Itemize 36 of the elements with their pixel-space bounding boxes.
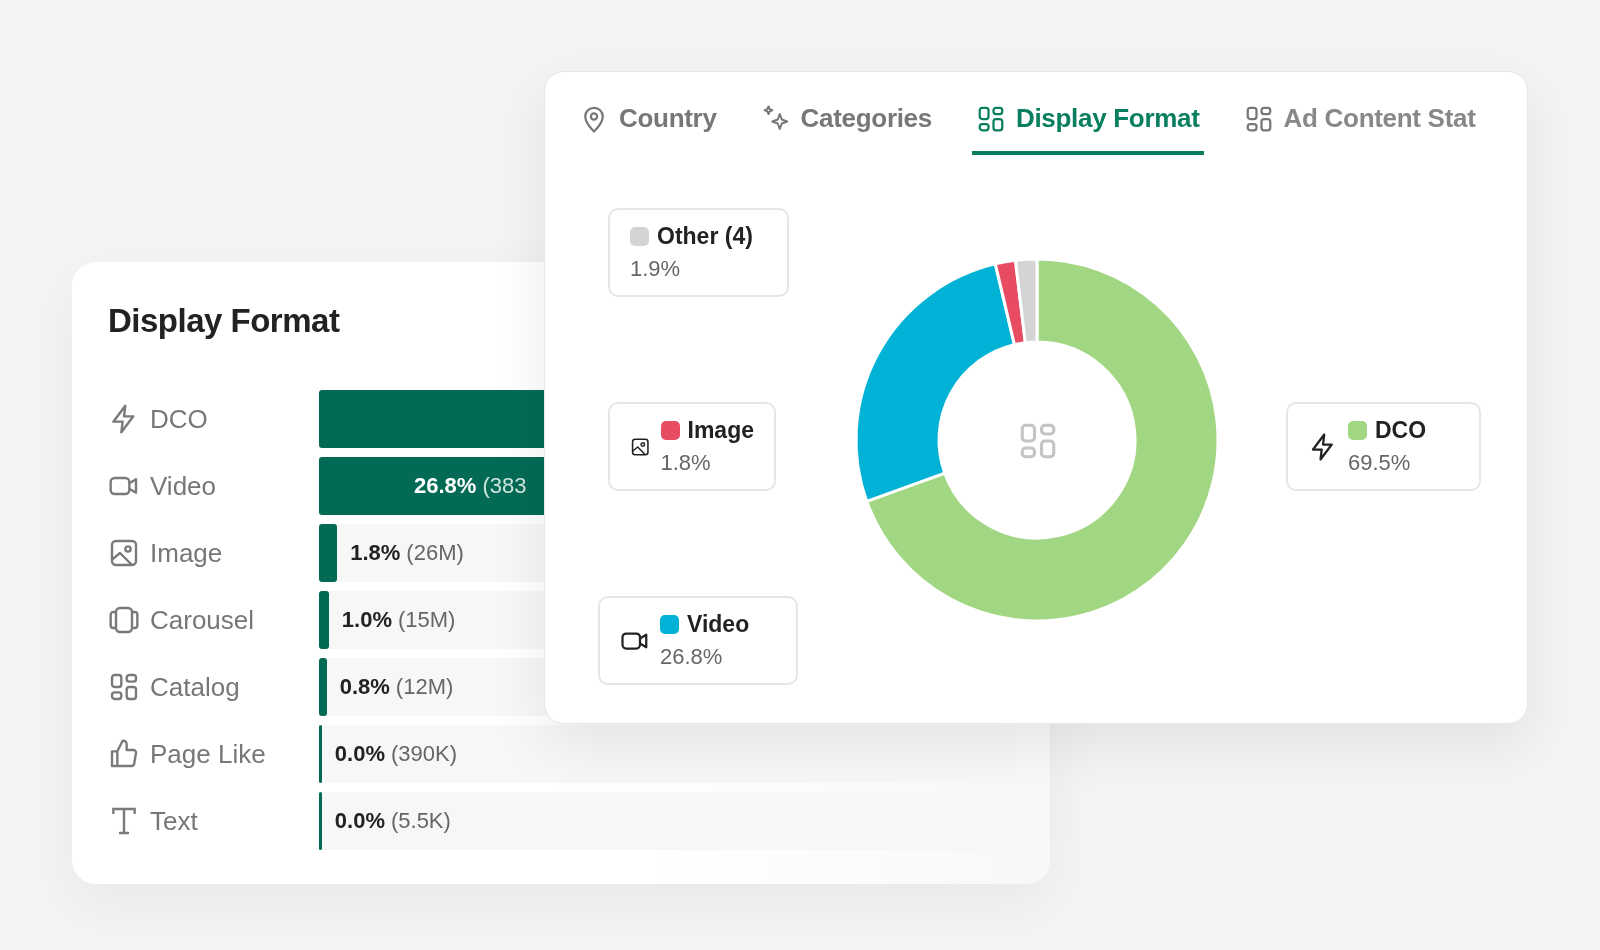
format-label: Catalog [150,671,240,703]
tab[interactable]: Ad Content Stat [1239,72,1480,155]
share-text: 1.9% [630,256,682,282]
share-text: 26.8% [660,644,724,670]
card-title: Display Format [108,302,340,340]
image-icon [108,537,140,569]
count-text: (390K) [390,741,457,767]
count-text: (26M) [406,540,464,566]
percentage-text: 1.0% [341,607,392,633]
percentage-text: 0.0% [334,808,385,834]
legend-label: Image [687,417,754,444]
legend-label: Other (4) [657,223,753,250]
format-label: Text [150,805,198,837]
share-text: 1.8% [660,450,712,476]
thumbs-up-icon [108,738,140,770]
tab[interactable]: Categories [756,72,936,155]
format-label: Image [150,537,223,569]
percentage-text: 26.8% [414,473,477,499]
count-text: (383 [482,473,527,499]
percentage-text: 0.8% [339,674,390,700]
percentage-text: 1.8% [350,540,401,566]
tab[interactable]: Display Format [971,72,1204,155]
tab[interactable]: Country [575,72,721,155]
carousel-icon [108,604,140,636]
format-label: DCO [150,403,208,435]
percentage-text: 0.0% [334,741,385,767]
format-label: Page Like [150,738,266,770]
format-label: Video [150,470,217,502]
legend-label: DCO [1375,417,1427,444]
format-label: Carousel [150,604,255,636]
count-text: (15M) [397,607,456,633]
grid-icon [108,671,140,703]
share-text: 69.5% [1348,450,1412,476]
count-text: (5.5K) [390,808,451,834]
legend-label: Video [687,611,750,638]
count-text: (12M) [395,674,454,700]
